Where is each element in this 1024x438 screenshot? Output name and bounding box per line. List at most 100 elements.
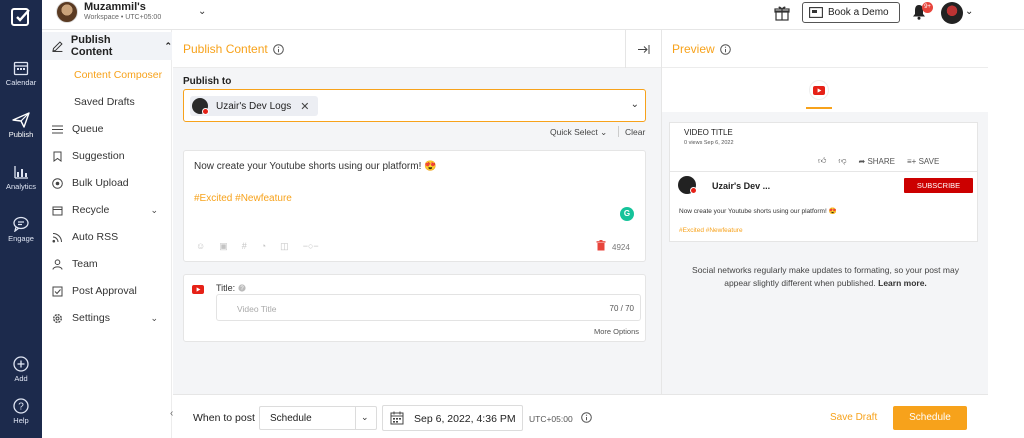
- post-text[interactable]: Now create your Youtube shorts using our…: [194, 161, 437, 172]
- datetime-picker[interactable]: Sep 6, 2022, 4:36 PM: [382, 405, 523, 431]
- preview-subscribe-button: SUBSCRIBE: [904, 178, 973, 193]
- post-editor[interactable]: Now create your Youtube shorts using our…: [183, 150, 646, 262]
- chat-icon: [13, 216, 29, 232]
- library-icon[interactable]: ◫: [280, 241, 289, 252]
- link-icon[interactable]: −○−: [303, 241, 319, 252]
- hashtag-icon[interactable]: #: [242, 241, 247, 252]
- subnav-item-label: Bulk Upload: [72, 177, 129, 189]
- subnav-item-label: Queue: [72, 123, 104, 135]
- top-bar: Muzammil's Workspace • UTC+05:00 ⌄ Book …: [42, 0, 1024, 30]
- rail-publish-label: Publish: [8, 130, 34, 139]
- share-action: ➦ SHARE: [858, 156, 896, 166]
- subnav-item-label: Settings: [72, 312, 110, 324]
- preview-channel-name: Uzair's Dev ...: [712, 181, 771, 191]
- remove-chip-close-icon[interactable]: ✕: [300, 100, 309, 113]
- info-icon[interactable]: [272, 43, 284, 55]
- youtube-badge-icon: [202, 108, 209, 115]
- more-options-link[interactable]: More Options: [594, 327, 639, 336]
- rail-help[interactable]: ? Help: [0, 398, 42, 425]
- subnav-item-label: Post Approval: [72, 285, 137, 297]
- learn-more-link[interactable]: Learn more.: [878, 278, 927, 288]
- chevron-down-icon[interactable]: ⌄: [631, 99, 639, 110]
- grammarly-icon[interactable]: G: [620, 207, 634, 221]
- subnav-item-post-approval[interactable]: Post Approval: [52, 282, 164, 300]
- chevron-left-icon[interactable]: ‹: [170, 408, 173, 419]
- account-chip-label: Uzair's Dev Logs: [216, 100, 292, 112]
- arrow-right-bar-icon: [637, 44, 649, 54]
- tab-youtube[interactable]: [810, 81, 828, 99]
- schedule-mode-value: Schedule: [270, 413, 312, 424]
- publish-to-label: Publish to: [183, 76, 232, 87]
- subnav-item-recycle[interactable]: Recycle ⌄: [52, 201, 164, 219]
- video-title-input[interactable]: Video Title 70 / 70: [216, 294, 641, 321]
- share-label: SHARE: [867, 156, 895, 166]
- subnav-item-label: Recycle: [72, 204, 110, 216]
- schedule-mode-select[interactable]: Schedule ⌄: [259, 406, 377, 430]
- divider: [670, 171, 977, 172]
- preview-network-tabs: [662, 68, 989, 112]
- preview-actions: 👍︎ 👎︎ ➦ SHARE ≡+ SAVE: [818, 156, 939, 166]
- video-title-placeholder: Video Title: [237, 304, 277, 314]
- rail-add[interactable]: Add: [0, 356, 42, 383]
- subnav-item-label: Team: [72, 258, 98, 270]
- character-count: 4924: [612, 243, 630, 252]
- timezone-label: UTC+05:00: [529, 414, 573, 424]
- rail-engage[interactable]: Engage: [0, 216, 42, 243]
- subnav-saved-drafts[interactable]: Saved Drafts: [74, 96, 135, 108]
- schedule-button[interactable]: Schedule: [893, 406, 967, 430]
- rail-analytics[interactable]: Analytics: [0, 164, 42, 191]
- icon-rail: Calendar Publish Analytics Engage Add ? …: [0, 0, 42, 438]
- subnav-item-suggestion[interactable]: Suggestion: [52, 147, 164, 165]
- gear-icon: [52, 313, 63, 324]
- bulk-upload-icon: [52, 177, 63, 189]
- workspace-chevron-down-icon[interactable]: ⌄: [198, 6, 206, 17]
- rail-calendar[interactable]: Calendar: [0, 60, 42, 87]
- save-action: ≡+ SAVE: [907, 156, 940, 166]
- book-demo-button[interactable]: Book a Demo: [802, 2, 900, 23]
- info-icon[interactable]: [719, 43, 731, 55]
- divider: [618, 126, 619, 137]
- calendar-icon: [390, 411, 404, 425]
- subnav-item-team[interactable]: Team: [52, 255, 164, 273]
- info-icon[interactable]: [581, 412, 592, 423]
- when-to-post-label: When to post: [193, 412, 255, 424]
- chevron-down-icon: ⌄: [361, 412, 369, 422]
- post-hashtags[interactable]: #Excited #Newfeature: [194, 193, 292, 204]
- account-chip[interactable]: Uzair's Dev Logs ✕: [190, 96, 318, 116]
- clear-link[interactable]: Clear: [625, 127, 645, 137]
- emoji-icon[interactable]: ☺: [196, 241, 205, 252]
- account-select[interactable]: Uzair's Dev Logs ✕ ⌄: [183, 89, 646, 122]
- app-logo[interactable]: [7, 6, 35, 28]
- collapse-preview-button[interactable]: [625, 30, 661, 68]
- video-title-count: 70 / 70: [609, 304, 634, 313]
- save-draft-button[interactable]: Save Draft: [830, 412, 877, 423]
- rss-icon: [52, 232, 63, 243]
- rail-publish[interactable]: Publish: [0, 112, 42, 139]
- user-icon: [52, 258, 63, 270]
- subnav-item-settings[interactable]: Settings ⌄: [52, 309, 164, 327]
- subnav-content-composer[interactable]: Content Composer: [74, 69, 162, 81]
- composer-title: Publish Content: [183, 42, 284, 56]
- media-icon[interactable]: ▣: [219, 241, 228, 252]
- quick-select-dropdown[interactable]: Quick Select ⌄: [550, 127, 607, 138]
- preview-title: Preview: [672, 42, 731, 56]
- thumbs-down-icon: 👎︎: [838, 156, 847, 165]
- book-demo-label: Book a Demo: [828, 7, 889, 18]
- trash-icon[interactable]: [596, 240, 606, 251]
- user-menu-chevron-down-icon[interactable]: ⌄: [965, 6, 973, 17]
- subnav-item-bulk-upload[interactable]: Bulk Upload: [52, 174, 164, 192]
- help-icon[interactable]: ?: [238, 284, 246, 292]
- rail-add-label: Add: [14, 374, 28, 383]
- workspace-avatar[interactable]: [56, 1, 78, 23]
- right-margin: [988, 30, 1024, 438]
- gift-icon[interactable]: [774, 5, 790, 24]
- youtube-icon: [192, 285, 204, 294]
- subnav-publish-content[interactable]: Publish Content ⌃: [42, 32, 172, 60]
- preview-panel: Preview VIDEO TITLE 0 views Sep 6, 2022 …: [661, 30, 989, 394]
- workspace-name[interactable]: Muzammil's: [84, 1, 146, 13]
- subnav-item-queue[interactable]: Queue: [52, 120, 164, 138]
- subnav-item-auto-rss[interactable]: Auto RSS: [52, 228, 164, 246]
- clock-icon[interactable]: ◔: [261, 241, 266, 252]
- composer-title-text: Publish Content: [183, 42, 268, 56]
- user-avatar[interactable]: [941, 2, 963, 24]
